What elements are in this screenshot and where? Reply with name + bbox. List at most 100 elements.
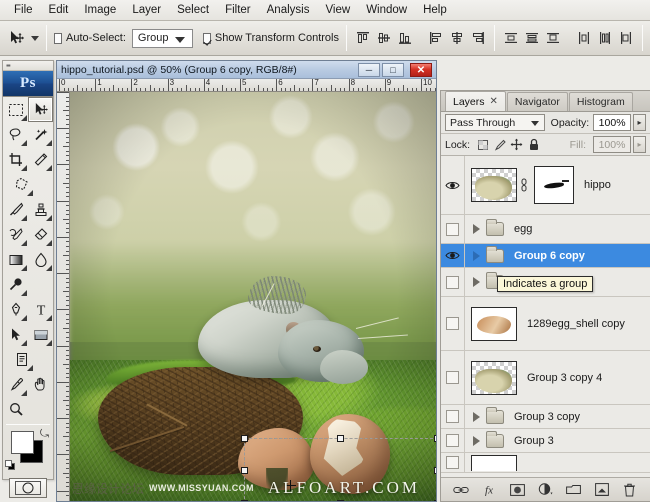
history-brush-tool-icon[interactable] xyxy=(3,222,28,247)
foreground-color-swatch[interactable] xyxy=(11,431,34,454)
vertical-ruler[interactable] xyxy=(57,92,70,502)
opacity-slider-arrow-icon[interactable]: ▸ xyxy=(633,114,646,131)
rectangular-marquee-tool-icon[interactable] xyxy=(3,97,28,122)
align-top-edges-button[interactable] xyxy=(354,29,372,47)
type-tool-icon[interactable]: T xyxy=(28,297,53,322)
magic-wand-tool-icon[interactable] xyxy=(28,122,53,147)
group-disclosure-triangle-icon[interactable] xyxy=(473,412,480,422)
document-title-bar[interactable]: hippo_tutorial.psd @ 50% (Group 6 copy, … xyxy=(57,61,436,79)
layer-row-hippo[interactable]: hippo xyxy=(441,156,650,215)
distribute-right-edges-button[interactable] xyxy=(617,29,635,47)
default-colors-icon[interactable] xyxy=(5,460,16,471)
lock-transparent-pixels-icon[interactable] xyxy=(475,137,490,152)
add-layer-mask-icon[interactable] xyxy=(507,481,527,499)
distribute-vertical-centers-button[interactable] xyxy=(523,29,541,47)
layer-row-group-3-copy-4[interactable]: Group 3 copy 4 xyxy=(441,351,650,405)
menu-item-window[interactable]: Window xyxy=(358,2,415,18)
menu-item-select[interactable]: Select xyxy=(169,2,217,18)
distribute-left-edges-button[interactable] xyxy=(575,29,593,47)
move-tool-icon[interactable] xyxy=(8,26,26,50)
menu-item-help[interactable]: Help xyxy=(415,2,455,18)
link-icon[interactable] xyxy=(520,178,530,192)
tab-navigator[interactable]: Navigator xyxy=(507,92,568,111)
group-disclosure-triangle-icon[interactable] xyxy=(473,251,480,261)
align-bottom-edges-button[interactable] xyxy=(396,29,414,47)
hand-tool-icon[interactable] xyxy=(28,372,53,397)
layer-visibility-toggle-hovered-group[interactable] xyxy=(441,268,465,296)
distribute-top-edges-button[interactable] xyxy=(502,29,520,47)
layer-list[interactable]: hippo egg Group 6 copy xyxy=(441,156,650,477)
slice-tool-icon[interactable] xyxy=(28,147,53,172)
canvas-area[interactable]: 思缘设计论坛 WWW.MISSYUAN.COM ALFOART.COM xyxy=(70,92,437,502)
layer-thumbnail-hippo[interactable] xyxy=(471,168,517,202)
fill-input[interactable]: 100% xyxy=(593,136,631,153)
group-disclosure-triangle-icon[interactable] xyxy=(473,224,480,234)
layer-style-fx-icon[interactable]: fx xyxy=(479,481,499,499)
layer-visibility-toggle-group-3-copy[interactable] xyxy=(441,405,465,428)
distribute-horizontal-centers-button[interactable] xyxy=(596,29,614,47)
maximize-button[interactable]: □ xyxy=(382,63,404,77)
show-transform-controls-checkbox[interactable] xyxy=(203,33,211,44)
gradient-tool-icon[interactable] xyxy=(3,247,28,272)
align-right-edges-button[interactable] xyxy=(469,29,487,47)
layer-visibility-toggle-hippo[interactable] xyxy=(441,156,465,214)
delete-layer-icon[interactable] xyxy=(620,481,640,499)
blur-tool-icon[interactable] xyxy=(28,247,53,272)
layer-row-1289egg-shell-copy[interactable]: 1289egg_shell copy xyxy=(441,297,650,351)
tab-histogram[interactable]: Histogram xyxy=(569,92,633,111)
menu-item-file[interactable]: File xyxy=(6,2,41,18)
menu-item-filter[interactable]: Filter xyxy=(217,2,259,18)
zoom-tool-icon[interactable] xyxy=(3,397,28,422)
link-layers-icon[interactable] xyxy=(451,481,471,499)
lock-position-icon[interactable] xyxy=(509,137,524,152)
dodge-tool-icon[interactable] xyxy=(3,272,28,297)
path-selection-tool-icon[interactable] xyxy=(3,322,28,347)
tab-layers[interactable]: Layers ✕ xyxy=(445,91,506,111)
distribute-bottom-edges-button[interactable] xyxy=(544,29,562,47)
quick-mask-mode-button[interactable] xyxy=(9,478,47,498)
align-horizontal-centers-button[interactable] xyxy=(448,29,466,47)
layer-visibility-toggle-group-3-copy-4[interactable] xyxy=(441,351,465,404)
opacity-input[interactable]: 100% xyxy=(593,114,631,131)
group-disclosure-triangle-icon[interactable] xyxy=(473,277,480,287)
lasso-tool-icon[interactable] xyxy=(3,122,28,147)
menu-item-view[interactable]: View xyxy=(317,2,358,18)
menu-item-analysis[interactable]: Analysis xyxy=(259,2,318,18)
new-layer-icon[interactable] xyxy=(592,481,612,499)
clone-stamp-tool-icon[interactable] xyxy=(28,197,53,222)
eyedropper-tool-icon[interactable] xyxy=(3,372,28,397)
minimize-button[interactable]: ─ xyxy=(358,63,380,77)
pen-tool-icon[interactable] xyxy=(3,297,28,322)
patch-tool-icon[interactable] xyxy=(9,172,34,197)
align-left-edges-button[interactable] xyxy=(427,29,445,47)
swap-colors-icon[interactable]: ⤿ xyxy=(40,428,49,441)
eraser-tool-icon[interactable] xyxy=(28,222,53,247)
close-icon[interactable]: ✕ xyxy=(490,96,498,107)
layer-thumbnail-partial[interactable] xyxy=(471,455,517,471)
layer-visibility-toggle-partial[interactable] xyxy=(441,453,465,472)
layer-row-hovered-group[interactable]: Indicates a group xyxy=(441,268,650,297)
new-group-icon[interactable] xyxy=(564,481,584,499)
layer-row-partial[interactable] xyxy=(441,453,650,473)
layer-visibility-toggle-egg[interactable] xyxy=(441,215,465,243)
menu-item-edit[interactable]: Edit xyxy=(41,2,77,18)
lock-all-icon[interactable] xyxy=(526,137,541,152)
tool-preset-caret-icon[interactable] xyxy=(31,36,39,41)
group-disclosure-triangle-icon[interactable] xyxy=(473,436,480,446)
layer-visibility-toggle-group-3[interactable] xyxy=(441,429,465,452)
fill-slider-arrow-icon[interactable]: ▸ xyxy=(633,136,646,153)
brush-tool-icon[interactable] xyxy=(3,197,28,222)
layer-visibility-toggle-1289egg-shell-copy[interactable] xyxy=(441,297,465,350)
menu-item-image[interactable]: Image xyxy=(76,2,124,18)
menu-item-layer[interactable]: Layer xyxy=(124,2,169,18)
horizontal-ruler[interactable]: 012345678910 xyxy=(57,79,437,92)
notes-tool-icon[interactable] xyxy=(9,347,34,372)
rectangle-shape-tool-icon[interactable] xyxy=(28,322,53,347)
blend-mode-dropdown[interactable]: Pass Through xyxy=(445,114,545,131)
layer-row-egg[interactable]: egg xyxy=(441,215,650,244)
layer-row-group-6-copy[interactable]: Group 6 copy xyxy=(441,244,650,268)
move-tool-icon[interactable] xyxy=(28,97,53,122)
align-vertical-centers-button[interactable] xyxy=(375,29,393,47)
layer-visibility-toggle-group-6-copy[interactable] xyxy=(441,244,465,267)
transform-reference-point[interactable] xyxy=(285,480,296,491)
